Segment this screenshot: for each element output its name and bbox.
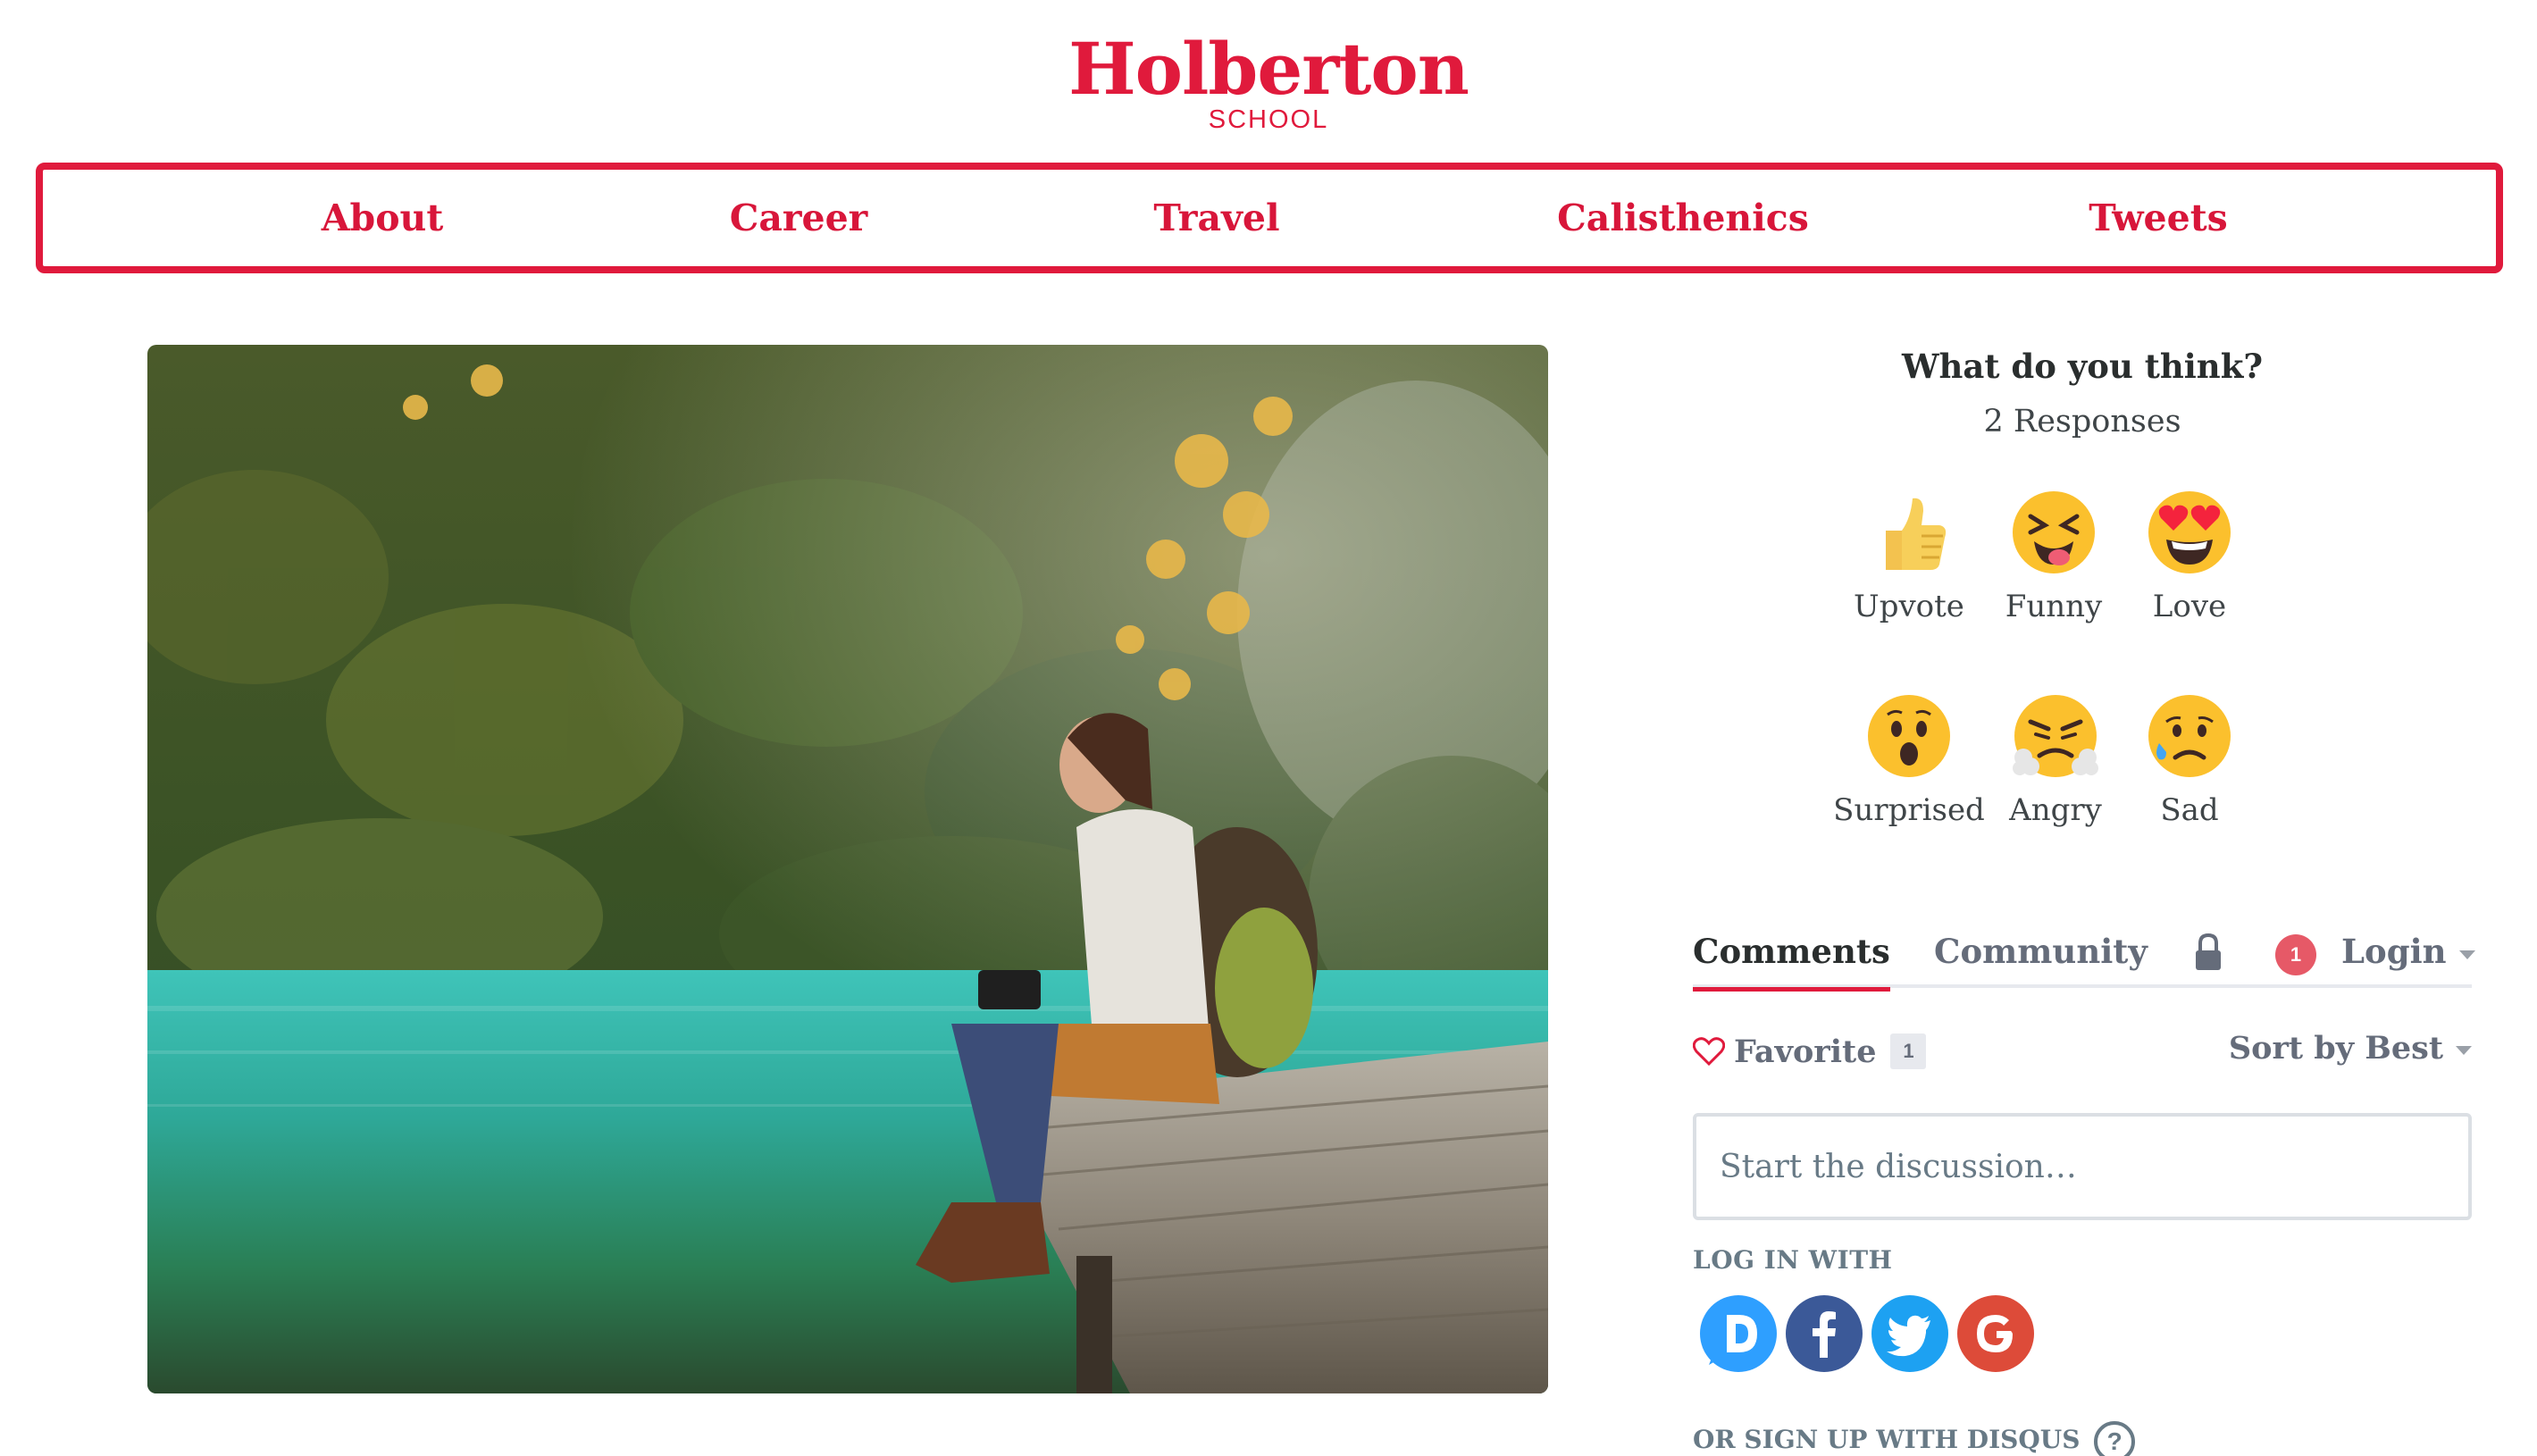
reaction-label: Surprised — [1833, 792, 1985, 828]
discussion-input[interactable] — [1693, 1113, 2472, 1220]
help-icon[interactable]: ? — [2094, 1420, 2136, 1456]
hero-photo — [147, 345, 1548, 1393]
nav-link-tweets[interactable]: Tweets — [2089, 170, 2228, 266]
heart-icon — [1692, 1036, 1726, 1066]
laughing-squint-icon — [2013, 491, 2095, 573]
disqus-icon — [1700, 1295, 1777, 1372]
favorite-button[interactable]: Favorite 1 — [1692, 1027, 1927, 1077]
google-icon — [1957, 1295, 2034, 1372]
favorite-count-badge: 1 — [1890, 1033, 1927, 1069]
logo-subtitle: SCHOOL — [1208, 105, 1329, 134]
main-nav: About Career Travel Calisthenics Tweets — [36, 163, 2503, 273]
sort-dropdown[interactable]: Sort by Best — [2229, 1024, 2472, 1074]
google-login-button[interactable] — [1955, 1293, 2036, 1374]
lock-icon[interactable] — [2193, 933, 2223, 972]
tab-comments[interactable]: Comments — [1693, 920, 1890, 992]
login-with-heading: LOG IN WITH — [1693, 1245, 1893, 1275]
reaction-label: Upvote — [1854, 589, 1964, 624]
facebook-icon — [1786, 1295, 1863, 1372]
site-logo[interactable]: Holberton SCHOOL — [0, 29, 2537, 134]
nav-link-about[interactable]: About — [322, 170, 444, 266]
facebook-login-button[interactable] — [1784, 1293, 1864, 1374]
reaction-sad[interactable]: Sad — [2109, 693, 2270, 833]
disqus-login-button[interactable] — [1698, 1293, 1779, 1374]
sort-label: Sort by Best — [2228, 1030, 2443, 1067]
reaction-upvote[interactable]: Upvote — [1829, 490, 1989, 629]
angry-icon — [2013, 695, 2098, 777]
login-dropdown[interactable]: Login — [2341, 920, 2475, 988]
sad-icon — [2148, 695, 2231, 777]
thumbs-up-icon — [1886, 498, 1947, 570]
heart-eyes-icon — [2148, 491, 2231, 573]
reaction-love[interactable]: Love — [2109, 490, 2270, 629]
logo-wordmark: Holberton — [1068, 27, 1469, 111]
chevron-down-icon — [2458, 950, 2475, 959]
notification-badge[interactable]: 1 — [2275, 934, 2316, 975]
reactions-title: What do you think? — [1901, 347, 2264, 386]
chevron-down-icon — [2456, 1045, 2472, 1055]
nav-link-career[interactable]: Career — [730, 170, 868, 266]
comments-tabs: Comments Community 1 Login — [1693, 920, 2475, 992]
surprised-icon — [1868, 695, 1950, 777]
favorite-label: Favorite — [1734, 1033, 1877, 1070]
responses-count: 2 Responses — [1983, 404, 2181, 439]
signup-label: OR SIGN UP WITH DISQUS — [1693, 1425, 2081, 1454]
login-label: Login — [2341, 932, 2447, 971]
nav-link-travel[interactable]: Travel — [1153, 170, 1279, 266]
reaction-label: Sad — [2160, 792, 2219, 828]
reaction-label: Love — [2152, 589, 2227, 624]
nav-link-calisthenics[interactable]: Calisthenics — [1557, 170, 1809, 266]
twitter-login-button[interactable] — [1870, 1293, 1950, 1374]
signup-disqus-link[interactable]: OR SIGN UP WITH DISQUS ? — [1693, 1418, 2136, 1456]
twitter-icon — [1871, 1295, 1948, 1372]
tab-community[interactable]: Community — [1934, 920, 2148, 988]
reaction-surprised[interactable]: Surprised — [1829, 693, 1989, 833]
